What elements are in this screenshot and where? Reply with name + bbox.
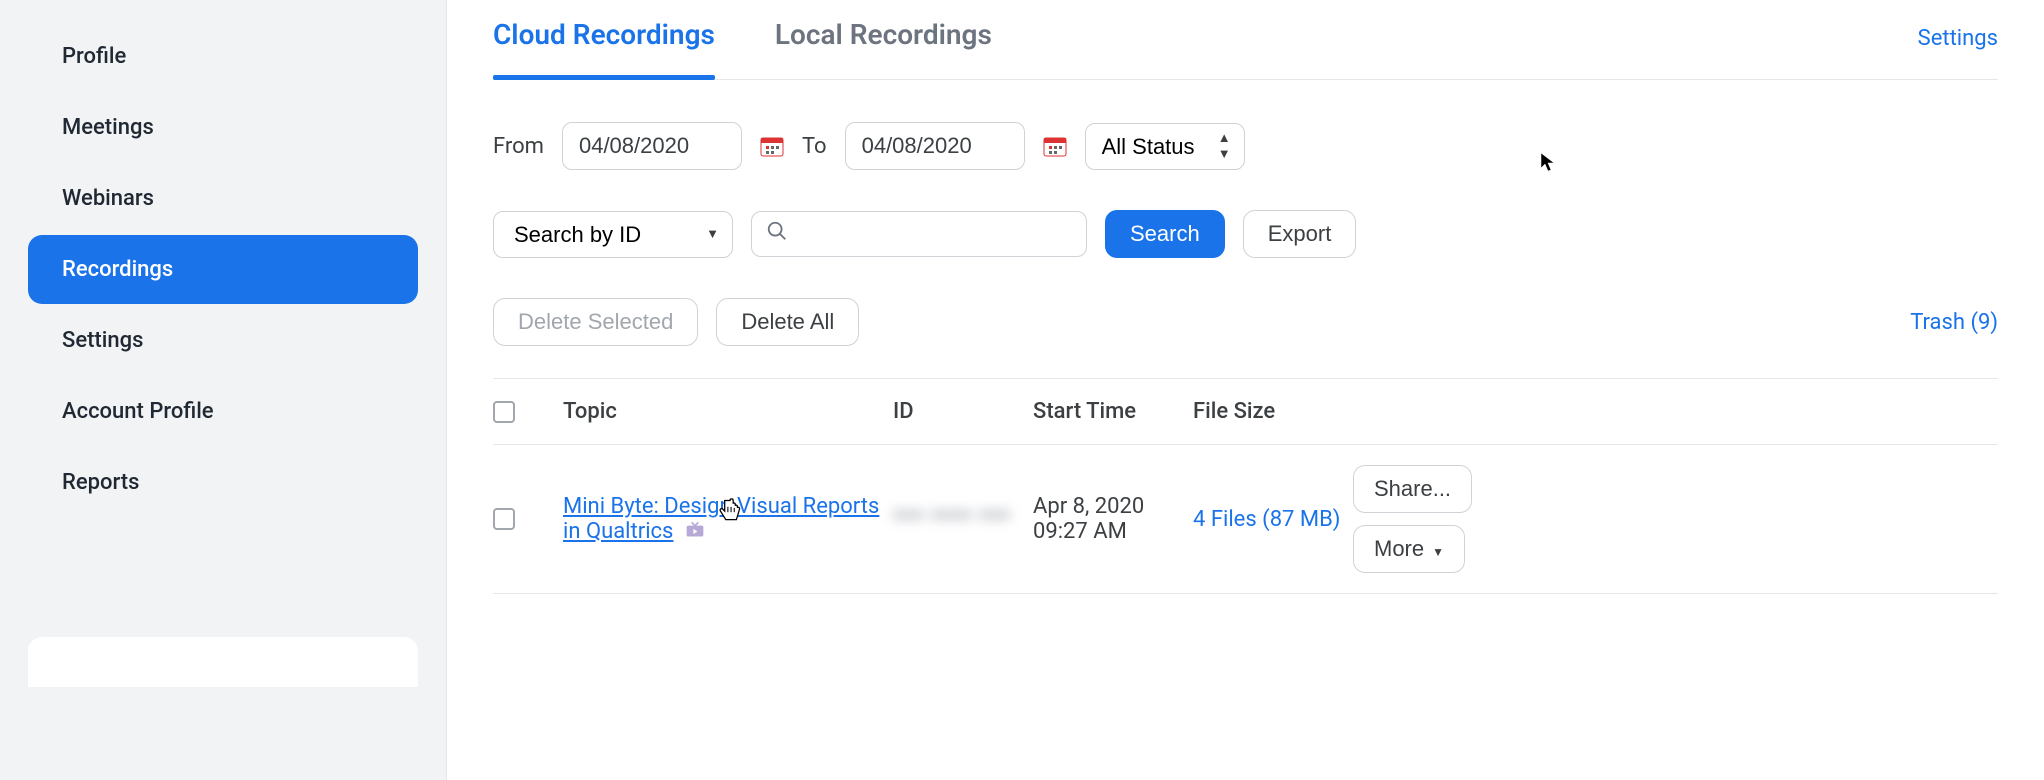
actions-row: Delete Selected Delete All Trash (9) bbox=[493, 298, 1998, 346]
row-checkbox[interactable] bbox=[493, 508, 515, 530]
sidebar-item-reports[interactable]: Reports bbox=[28, 448, 418, 517]
share-button[interactable]: Share... bbox=[1353, 465, 1472, 513]
search-button[interactable]: Search bbox=[1105, 210, 1225, 258]
trash-link[interactable]: Trash (9) bbox=[1910, 310, 1998, 335]
table-header: Topic ID Start Time File Size bbox=[493, 378, 1998, 445]
sidebar-bottom-card bbox=[28, 637, 418, 687]
recording-start-time: Apr 8, 2020 09:27 AM bbox=[1033, 494, 1193, 544]
col-file-size: File Size bbox=[1193, 399, 1353, 424]
search-row: Search by ID ▼ Search Export bbox=[493, 210, 1998, 258]
settings-link[interactable]: Settings bbox=[1918, 26, 1998, 79]
table-row: Mini Byte: Design Visual Reports in Qual… bbox=[493, 445, 1998, 594]
recording-file-size[interactable]: 4 Files (87 MB) bbox=[1193, 507, 1353, 532]
chevron-down-icon: ▼ bbox=[1432, 545, 1444, 559]
col-topic: Topic bbox=[563, 399, 893, 424]
recording-id: *** **** *** bbox=[893, 507, 1033, 532]
more-button[interactable]: More▼ bbox=[1353, 525, 1465, 573]
calendar-icon[interactable] bbox=[760, 135, 784, 157]
search-input-wrap[interactable] bbox=[751, 211, 1087, 257]
export-button[interactable]: Export bbox=[1243, 210, 1357, 258]
sidebar-item-account-profile[interactable]: Account Profile bbox=[28, 377, 418, 446]
from-date-input[interactable] bbox=[562, 122, 742, 170]
sidebar: Profile Meetings Webinars Recordings Set… bbox=[0, 0, 446, 780]
tabs-row: Cloud Recordings Local Recordings Settin… bbox=[493, 18, 1998, 80]
tab-cloud-recordings[interactable]: Cloud Recordings bbox=[493, 18, 715, 79]
sidebar-item-profile[interactable]: Profile bbox=[28, 22, 418, 91]
delete-all-button[interactable]: Delete All bbox=[716, 298, 859, 346]
to-date-input[interactable] bbox=[845, 122, 1025, 170]
recordings-table: Topic ID Start Time File Size Mini Byte:… bbox=[493, 378, 1998, 594]
filters-row: From To All Status ▲▼ bbox=[493, 122, 1998, 170]
status-select[interactable]: All Status bbox=[1085, 123, 1245, 170]
main-content: Cloud Recordings Local Recordings Settin… bbox=[446, 0, 2044, 780]
search-icon bbox=[766, 220, 788, 248]
sidebar-item-webinars[interactable]: Webinars bbox=[28, 164, 418, 233]
calendar-icon[interactable] bbox=[1043, 135, 1067, 157]
col-start-time: Start Time bbox=[1033, 399, 1193, 424]
sidebar-item-recordings[interactable]: Recordings bbox=[28, 235, 418, 304]
col-id: ID bbox=[893, 399, 1033, 424]
video-icon bbox=[685, 519, 705, 544]
tab-local-recordings[interactable]: Local Recordings bbox=[775, 18, 992, 79]
recording-topic-link[interactable]: Mini Byte: Design Visual Reports in Qual… bbox=[563, 494, 879, 544]
from-label: From bbox=[493, 134, 544, 159]
searchby-select[interactable]: Search by ID bbox=[493, 211, 733, 258]
select-all-checkbox[interactable] bbox=[493, 401, 515, 423]
sidebar-item-settings[interactable]: Settings bbox=[28, 306, 418, 375]
delete-selected-button[interactable]: Delete Selected bbox=[493, 298, 698, 346]
search-input[interactable] bbox=[796, 221, 1072, 247]
to-label: To bbox=[802, 134, 827, 159]
sidebar-item-meetings[interactable]: Meetings bbox=[28, 93, 418, 162]
